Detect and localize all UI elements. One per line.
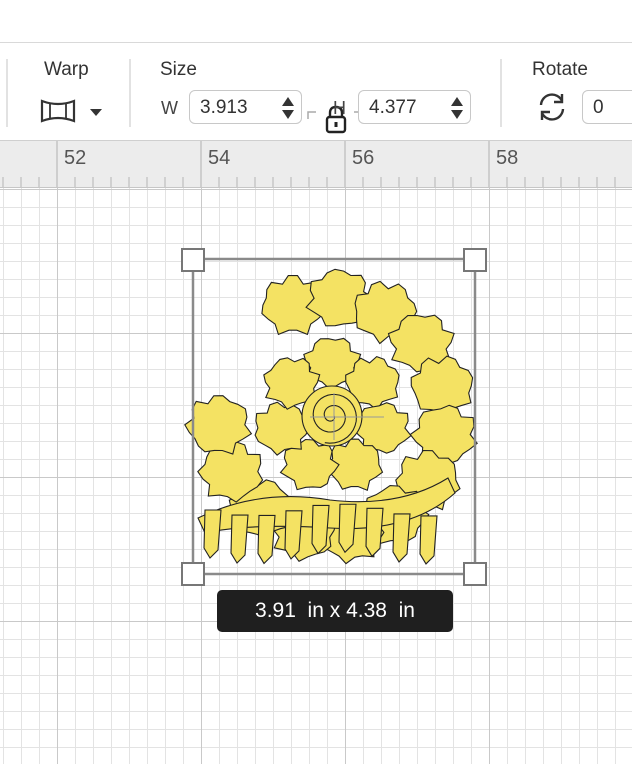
- ruler-mark: 54: [208, 147, 231, 169]
- toolbar-divider: [129, 59, 131, 127]
- fringe-tooth: [257, 514, 276, 565]
- width-letter: W: [161, 98, 178, 118]
- dimension-tooltip: 3.91 in x 4.38 in: [217, 590, 453, 632]
- ruler-mark: 56: [352, 147, 375, 169]
- fringe-tooth: [365, 507, 384, 558]
- top-bar: [0, 0, 632, 43]
- height-value: 4.377: [369, 97, 417, 118]
- height-letter: H: [333, 98, 346, 118]
- canvas-grid[interactable]: 3.91 in x 4.38 in: [0, 188, 632, 764]
- rotate-field[interactable]: 0: [582, 90, 632, 124]
- width-stepper[interactable]: [281, 95, 295, 121]
- width-field[interactable]: 3.913: [189, 90, 302, 124]
- warp-dropdown-button[interactable]: [38, 95, 104, 127]
- ruler-mark: 58: [496, 147, 519, 169]
- rotate-label: Rotate: [532, 59, 588, 80]
- design-space: Warp Size W 3.913 H 4.377 Rotate 0 52 54…: [0, 0, 632, 764]
- height-stepper[interactable]: [450, 95, 464, 121]
- fringe-tooth: [419, 515, 438, 565]
- ruler-ticks: [2, 141, 616, 187]
- resize-handle-top-left[interactable]: [181, 248, 205, 272]
- fringe-tooth: [203, 509, 222, 559]
- toolbar-divider: [500, 59, 502, 127]
- warp-icon: [40, 99, 102, 123]
- ruler-mark: 52: [64, 147, 87, 169]
- resize-handle-top-right[interactable]: [463, 248, 487, 272]
- fringe-tooth: [230, 514, 249, 564]
- resize-handle-bottom-right[interactable]: [463, 562, 487, 586]
- height-field[interactable]: 4.377: [358, 90, 471, 124]
- toolbar-divider: [6, 59, 8, 127]
- rotate-icon[interactable]: [535, 90, 569, 124]
- size-label: Size: [160, 59, 197, 80]
- fringe-tooth: [392, 513, 411, 563]
- width-value: 3.913: [200, 97, 248, 118]
- rotate-value: 0: [593, 97, 604, 118]
- selected-design[interactable]: [0, 188, 632, 764]
- petal: [254, 401, 311, 456]
- warp-label: Warp: [44, 59, 89, 80]
- horizontal-ruler: 52 54 56 58: [0, 141, 632, 188]
- resize-handle-bottom-left[interactable]: [181, 562, 205, 586]
- chevron-down-icon: [90, 109, 102, 116]
